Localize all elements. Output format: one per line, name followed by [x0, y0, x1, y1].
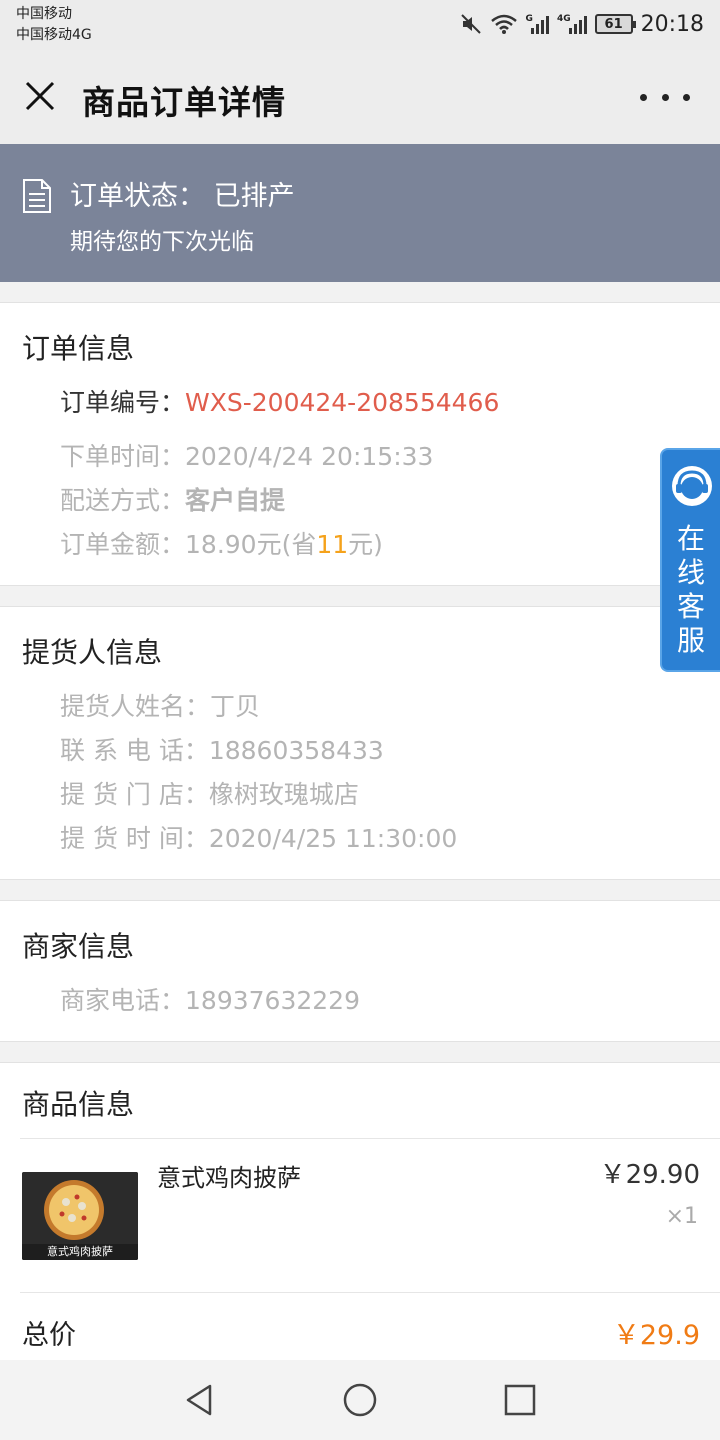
section-title: 商品信息: [22, 1088, 135, 1121]
amount-row: 订单金额：18.90元(省11元): [60, 525, 383, 561]
order-time-row: 下单时间：2020/4/24 20:15:33: [60, 437, 433, 473]
order-status-banner: 订单状态： 已排产 期待您的下次光临: [0, 144, 720, 282]
amount-label: 订单金额：: [60, 530, 186, 559]
more-dot-icon: [640, 93, 647, 101]
order-status-text: 订单状态： 已排产: [70, 181, 295, 212]
pickup-time-label: 提 货 时 间：: [60, 824, 209, 853]
signal-icon-1: G: [526, 14, 549, 34]
recents-icon[interactable]: [500, 1380, 540, 1420]
mute-icon: [460, 14, 481, 34]
merchant-phone-value[interactable]: 18937632229: [185, 986, 360, 1015]
product-price: ￥29.90: [599, 1160, 700, 1190]
online-service-button[interactable]: 在线客服: [660, 448, 720, 672]
pickup-store-row: 提 货 门 店：橡树玫瑰城店: [60, 775, 359, 811]
pickup-name-row: 提货人姓名：丁贝: [60, 687, 260, 723]
order-number-row: 订单编号：WXS-200424-208554466: [60, 383, 499, 419]
more-dot-icon: [661, 93, 669, 101]
pickup-info-section: 提货人信息 提货人姓名：丁贝 联 系 电 话：18860358433 提 货 门…: [0, 606, 720, 880]
divider: [20, 1138, 720, 1139]
document-icon: [23, 179, 51, 213]
pickup-time-row: 提 货 时 间：2020/4/25 11:30:00: [60, 819, 457, 855]
wifi-icon: [490, 14, 517, 34]
pickup-phone-label: 联 系 电 话：: [60, 736, 209, 765]
clock: 20:18: [640, 11, 704, 37]
more-dot-icon: [683, 93, 690, 101]
product-quantity: ×1: [665, 1204, 698, 1229]
pickup-phone-value[interactable]: 18860358433: [209, 736, 384, 765]
section-title: 商家信息: [22, 930, 135, 963]
merchant-info-section: 商家信息 商家电话：18937632229: [0, 900, 720, 1042]
amount-value: 18.90元(省: [185, 530, 317, 559]
system-nav-bar: [0, 1360, 720, 1440]
pickup-name-value: 丁贝: [210, 692, 261, 721]
headset-icon: [672, 466, 712, 506]
delivery-label: 配送方式：: [60, 486, 186, 515]
product-name[interactable]: 意式鸡肉披萨: [157, 1158, 301, 1193]
page-title: 商品订单详情: [82, 83, 286, 122]
home-icon[interactable]: [340, 1380, 380, 1420]
thumbnail-caption: 意式鸡肉披萨: [47, 1245, 113, 1258]
section-title: 订单信息: [22, 332, 135, 365]
merchant-phone-label: 商家电话：: [60, 986, 186, 1015]
pickup-time-value: 2020/4/25 11:30:00: [208, 824, 458, 853]
delivery-value: 客户自提: [185, 486, 286, 515]
delivery-row: 配送方式：客户自提: [60, 481, 285, 517]
merchant-phone-row: 商家电话：18937632229: [60, 981, 360, 1017]
more-options-button[interactable]: [640, 80, 690, 114]
order-time-value: 2020/4/24 20:15:33: [185, 442, 434, 471]
close-icon[interactable]: [18, 74, 62, 118]
total-value: ￥29.9: [612, 1320, 700, 1351]
order-number-label: 订单编号：: [60, 388, 186, 417]
amount-suffix: 元): [348, 530, 383, 559]
product-thumbnail[interactable]: 意式鸡肉披萨: [22, 1172, 138, 1260]
online-service-label: 在线客服: [676, 522, 705, 657]
order-number-value: WXS-200424-208554466: [185, 388, 500, 417]
battery-icon: 61: [594, 14, 636, 34]
pickup-phone-row: 联 系 电 话：18860358433: [60, 731, 384, 767]
order-info-section: 订单信息 订单编号：WXS-200424-208554466 下单时间：2020…: [0, 302, 720, 586]
order-time-label: 下单时间：: [60, 442, 186, 471]
signal-icon-2: 4G: [557, 14, 587, 34]
pickup-store-value: 橡树玫瑰城店: [208, 780, 359, 809]
title-bar: 商品订单详情: [0, 50, 720, 144]
carrier-2: 中国移动4G: [16, 27, 92, 43]
saved-amount: 11: [316, 530, 349, 559]
order-status-subtitle: 期待您的下次光临: [70, 229, 254, 255]
back-icon[interactable]: [180, 1380, 220, 1420]
status-bar: 中国移动 中国移动4G G 4G 61 20:18: [0, 0, 720, 50]
pickup-name-label: 提货人姓名：: [60, 692, 211, 721]
section-title: 提货人信息: [22, 636, 163, 669]
carrier-1: 中国移动: [16, 6, 72, 22]
pickup-store-label: 提 货 门 店：: [60, 780, 209, 809]
divider: [20, 1292, 720, 1293]
status-icons: G 4G 61 20:18: [460, 10, 704, 38]
total-label: 总价: [22, 1320, 76, 1351]
